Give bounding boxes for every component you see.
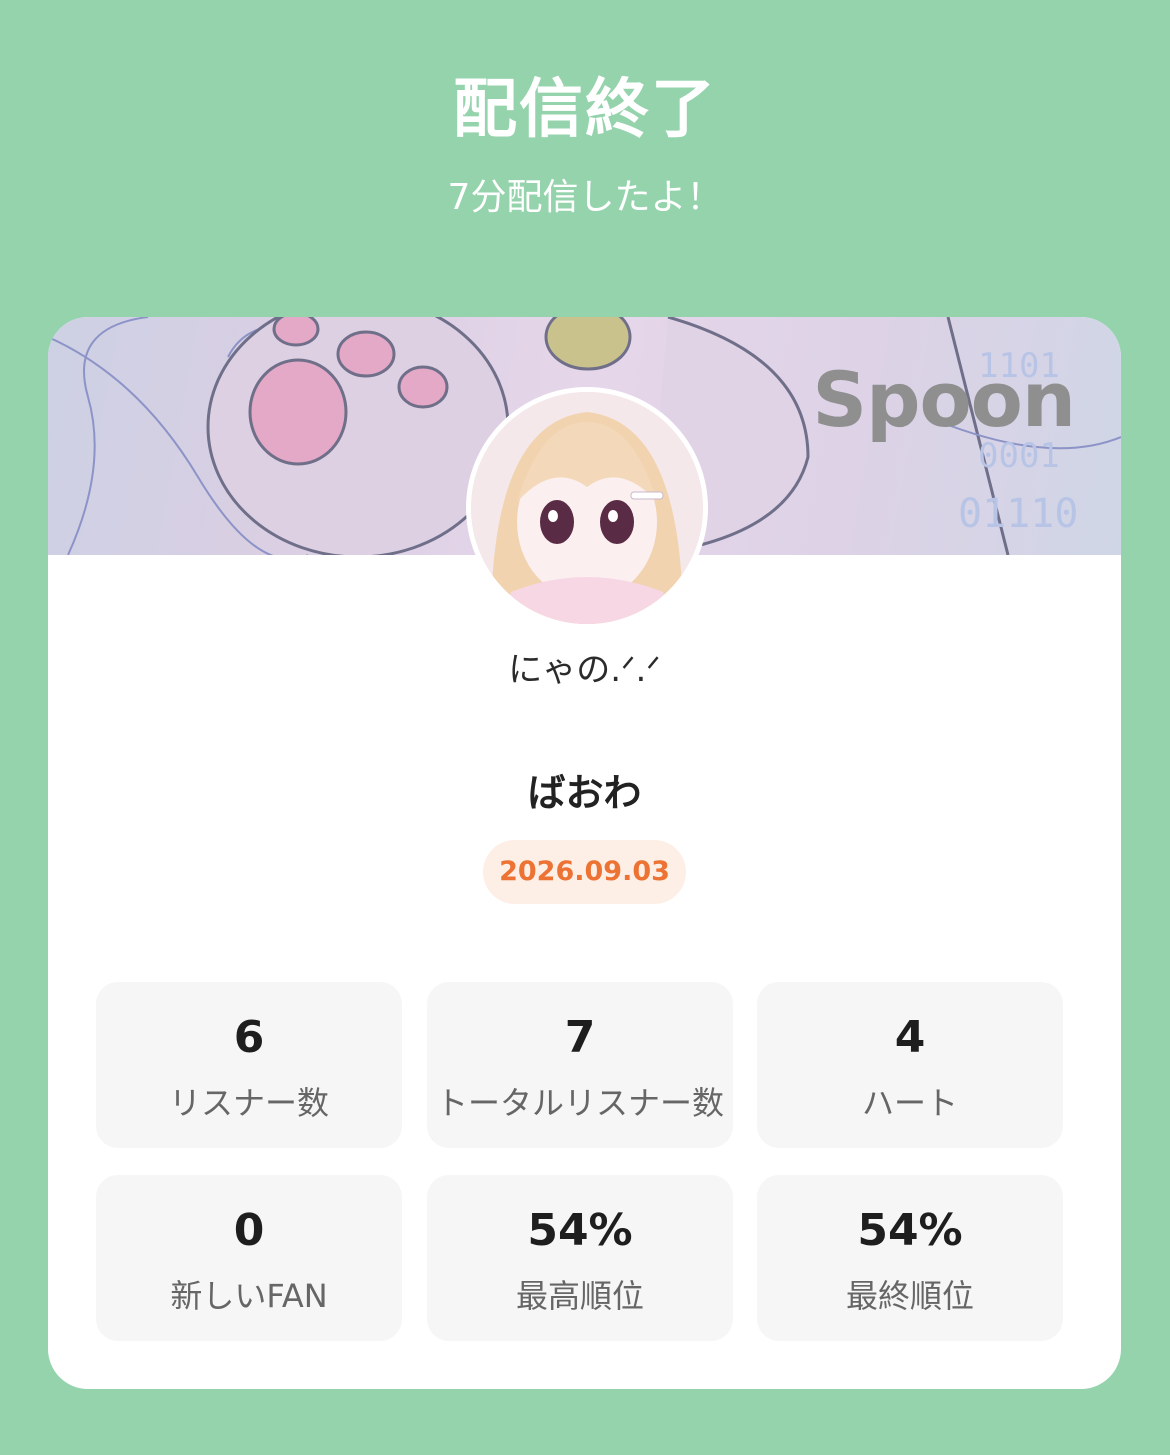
streamer-name: にゃの.ᐟ.ᐟ <box>508 650 661 690</box>
stat-value: 54% <box>527 1205 633 1256</box>
broadcast-summary-card: 1101 0001 01110 Spoon にゃの.ᐟ.ᐟ ばおわ 2026.0… <box>48 317 1121 1389</box>
stat-highest-rank: 54% 最高順位 <box>427 1175 733 1341</box>
stat-label: リスナー数 <box>168 1084 329 1122</box>
stat-label: ハート <box>861 1084 958 1122</box>
stat-value: 54% <box>857 1205 963 1256</box>
stat-value: 6 <box>233 1012 265 1063</box>
stat-hearts: 4 ハート <box>757 982 1063 1148</box>
date-badge: 2026.09.03 <box>483 840 686 904</box>
stat-label: 最終順位 <box>845 1277 974 1315</box>
stat-listeners: 6 リスナー数 <box>96 982 402 1148</box>
brand-logo: Spoon <box>812 355 1076 444</box>
page-title: 配信終了 <box>453 73 717 147</box>
stat-final-rank: 54% 最終順位 <box>757 1175 1063 1341</box>
svg-text:01110: 01110 <box>958 491 1078 537</box>
stat-total-listeners: 7 トータルリスナー数 <box>427 982 733 1148</box>
page-subtitle: 7分配信したよ！ <box>447 177 723 218</box>
avatar-illustration <box>471 392 703 624</box>
stat-value: 4 <box>894 1012 926 1063</box>
stat-new-fans: 0 新しいFAN <box>96 1175 402 1341</box>
stat-label: トータルリスナー数 <box>435 1084 724 1122</box>
avatar[interactable] <box>466 387 708 629</box>
stat-label: 最高順位 <box>515 1277 644 1315</box>
stat-label: 新しいFAN <box>170 1277 328 1315</box>
stream-title: ばおわ <box>527 771 642 815</box>
stat-value: 7 <box>564 1012 596 1063</box>
stat-value: 0 <box>233 1205 265 1256</box>
